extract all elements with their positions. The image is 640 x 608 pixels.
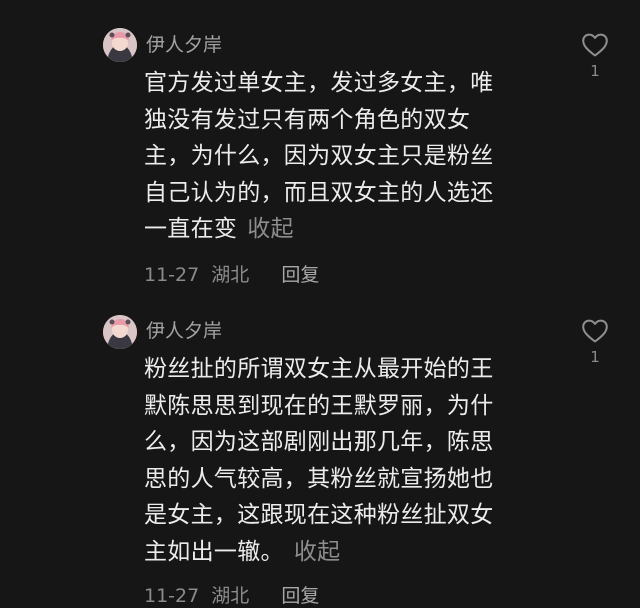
comment-meta: 11-27 湖北 回复 xyxy=(144,263,319,287)
collapse-button[interactable]: 收起 xyxy=(247,216,294,242)
comment-text-line: 是女主，这跟现在这种粉丝扯双女 xyxy=(144,502,494,528)
heart-outline-icon xyxy=(582,33,608,57)
comment-text-line-last: 主如出一辙。 收起 xyxy=(144,534,544,571)
username[interactable]: 伊人夕岸 xyxy=(146,319,222,343)
comment-meta: 11-27 湖北 回复 xyxy=(144,584,319,608)
comment-text: 官方发过单女主，发过多女主，唯 独没有发过只有两个角色的双女 主，为什么，因为双… xyxy=(144,65,544,248)
comment-location: 湖北 xyxy=(211,264,250,286)
collapse-button[interactable]: 收起 xyxy=(294,539,341,565)
reply-button[interactable]: 回复 xyxy=(281,585,319,607)
comment-text-line: 思的人气较高，其粉丝就宣扬她也 xyxy=(144,465,494,492)
comment-text-line: 粉丝扯的所谓双女主从最开始的王 xyxy=(144,356,494,382)
like-button[interactable]: 1 xyxy=(578,32,612,80)
heart-outline-icon xyxy=(582,319,608,343)
comment-date: 11-27 xyxy=(144,264,200,286)
comment-text-line: 自己认为的，而且双女主的人选还 xyxy=(144,179,494,206)
avatar[interactable] xyxy=(103,315,137,349)
comment-text-tail: 一直在变 xyxy=(144,216,238,242)
comment-text-line: 默陈思思到现在的王默罗丽，为什 xyxy=(144,392,494,419)
avatar-image-icon xyxy=(103,28,137,62)
comment-text-line: 独没有发过只有两个角色的双女 xyxy=(144,106,471,133)
comment-text-line: 主，为什么，因为双女主只是粉丝 xyxy=(144,143,494,169)
like-button[interactable]: 1 xyxy=(578,318,612,366)
like-count: 1 xyxy=(590,62,600,80)
like-count: 1 xyxy=(590,348,600,366)
comment-text-line-last: 一直在变 收起 xyxy=(144,211,544,248)
comment-location: 湖北 xyxy=(211,585,250,607)
username[interactable]: 伊人夕岸 xyxy=(146,33,222,57)
comment-text-tail: 主如出一辙。 xyxy=(144,538,284,565)
reply-button[interactable]: 回复 xyxy=(281,264,319,286)
comment-text-line: 么，因为这部剧刚出那几年，陈思 xyxy=(144,429,494,455)
comment-date: 11-27 xyxy=(144,585,200,607)
avatar[interactable] xyxy=(103,28,137,62)
avatar-image-icon xyxy=(103,315,137,349)
comment-text: 粉丝扯的所谓双女主从最开始的王 默陈思思到现在的王默罗丽，为什 么，因为这部剧刚… xyxy=(144,351,544,570)
comment-text-line: 官方发过单女主，发过多女主，唯 xyxy=(144,70,494,96)
